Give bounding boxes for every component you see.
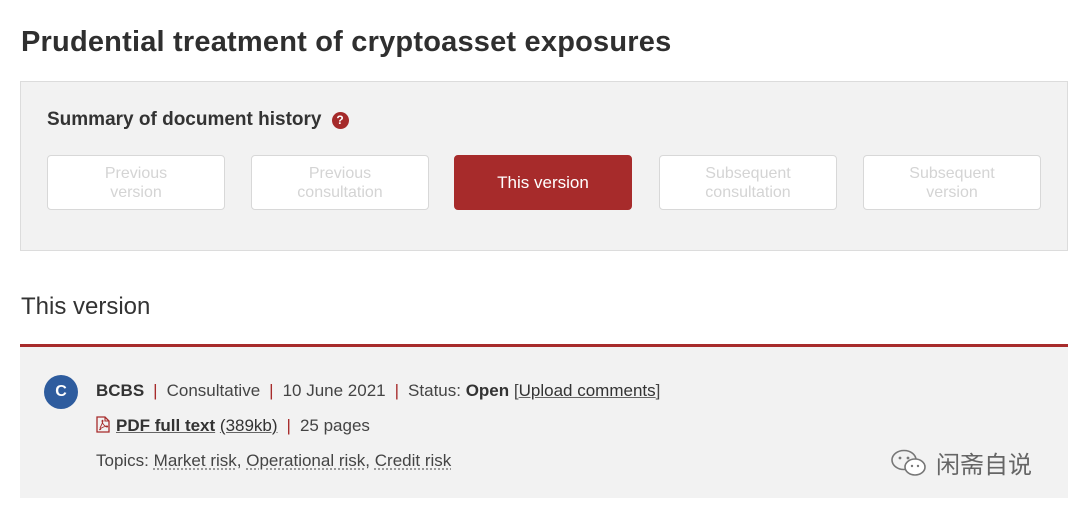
this-version-button[interactable]: This version	[454, 155, 632, 210]
separator: |	[394, 381, 400, 400]
document-meta-line: BCBS | Consultative | 10 June 2021 | Status: O…	[96, 381, 660, 401]
topics-label: Topics:	[96, 451, 149, 470]
upload-comments-wrapper: [Upload comments]	[513, 381, 661, 400]
history-title: Summary of document history	[47, 109, 322, 130]
question-circle-icon[interactable]: ?	[331, 111, 349, 129]
pdf-size[interactable]: (389kb)	[220, 416, 278, 435]
pdf-file-icon	[96, 416, 110, 433]
pdf-download-link[interactable]: PDF full text (389kb)	[96, 416, 278, 435]
watermark: 闲斋自说	[890, 445, 1032, 480]
pdf-full-text-link[interactable]: PDF full text	[116, 416, 215, 435]
upload-comments-link[interactable]: Upload comments	[519, 381, 656, 400]
separator: |	[269, 381, 274, 400]
wechat-icon	[891, 449, 926, 476]
subsequent-consultation-button[interactable]: Subsequent consultation	[659, 155, 837, 210]
publisher: BCBS	[96, 381, 145, 400]
previous-version-button[interactable]: Previous version	[47, 155, 225, 210]
page-count: 25 pages	[299, 416, 370, 435]
topic-market-risk[interactable]: Market risk	[154, 451, 237, 470]
topic-credit-risk[interactable]: Credit risk	[375, 451, 452, 470]
consultative-badge: C	[44, 375, 78, 409]
history-title-row: Summary of document history ?	[47, 109, 349, 131]
status-value: Open	[465, 381, 510, 400]
topic-operational-risk[interactable]: Operational risk	[246, 451, 365, 470]
previous-consultation-button[interactable]: Previous consultation	[251, 155, 429, 210]
separator: |	[286, 416, 291, 435]
page-title: Prudential treatment of cryptoasset expo…	[21, 26, 672, 58]
document-history-box: Summary of document history ? Previous v…	[20, 81, 1068, 251]
publication-date: 10 June 2021	[282, 381, 386, 400]
separator: |	[153, 381, 158, 400]
watermark-text: 闲斋自说	[936, 452, 1032, 479]
section-title: This version	[21, 293, 151, 320]
subsequent-version-button[interactable]: Subsequent version	[863, 155, 1041, 210]
status-label: Status:	[408, 381, 461, 400]
pdf-line: PDF full text (389kb) | 25 pages	[96, 416, 370, 436]
topics-line: Topics: Market risk, Operational risk, C…	[96, 451, 452, 470]
document-type: Consultative	[166, 381, 261, 400]
